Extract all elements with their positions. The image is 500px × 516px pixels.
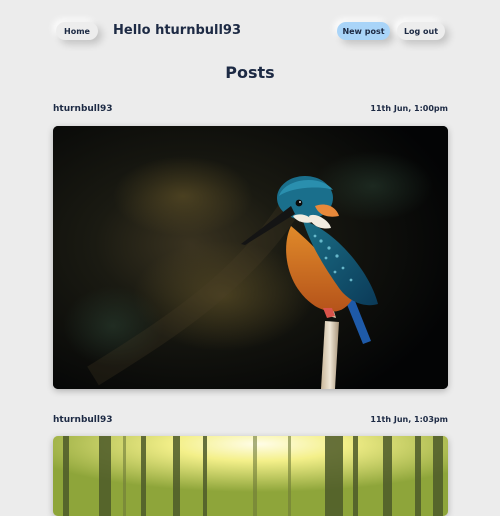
post-image-forest[interactable] <box>53 436 448 516</box>
post-timestamp: 11th Jun, 1:00pm <box>370 104 448 113</box>
new-post-button[interactable]: New post <box>337 22 390 40</box>
forest-illustration <box>53 436 448 516</box>
post-author[interactable]: hturnbull93 <box>53 415 113 425</box>
navbar: Home Hello hturnbull93 New post Log out <box>0 0 500 60</box>
home-button[interactable]: Home <box>56 22 98 40</box>
post-author[interactable]: hturnbull93 <box>53 104 113 114</box>
post-header: hturnbull93 11th Jun, 1:03pm <box>53 415 448 429</box>
post-timestamp: 11th Jun, 1:03pm <box>370 415 448 424</box>
post-header: hturnbull93 11th Jun, 1:00pm <box>53 104 448 118</box>
logout-button[interactable]: Log out <box>397 22 445 40</box>
greeting-text: Hello hturnbull93 <box>113 23 242 38</box>
page-title: Posts <box>225 63 275 82</box>
post-image-kingfisher[interactable] <box>53 126 448 389</box>
kingfisher-illustration <box>53 126 448 389</box>
